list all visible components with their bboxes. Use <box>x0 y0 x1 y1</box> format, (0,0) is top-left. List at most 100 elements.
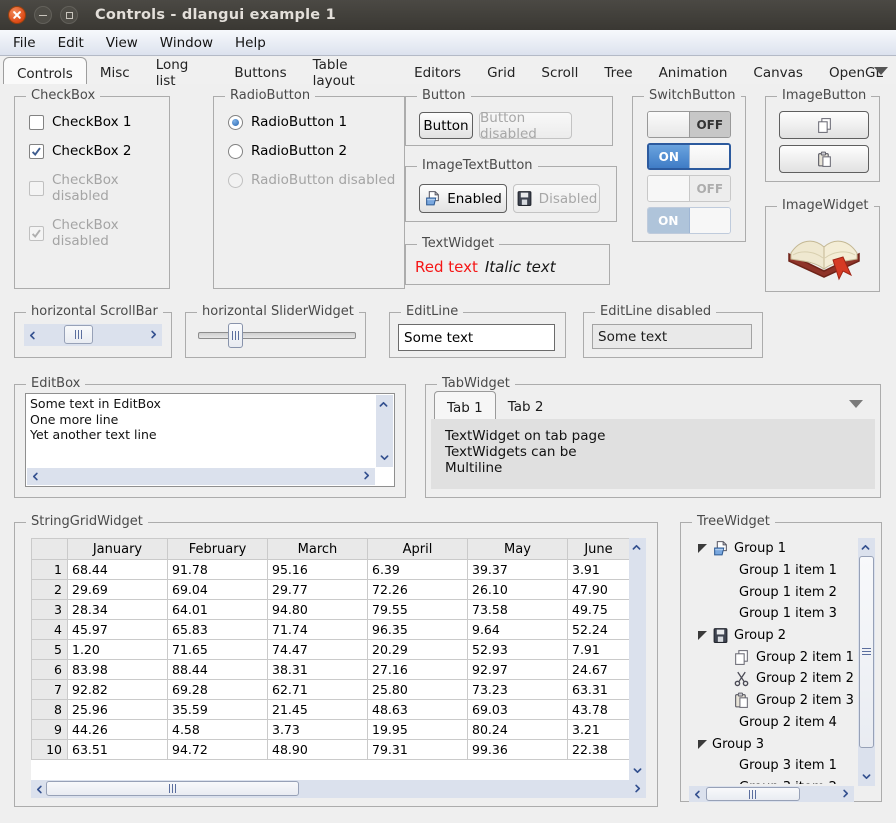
scrollbar-thumb[interactable] <box>706 787 800 801</box>
grid-cell[interactable]: 26.10 <box>468 580 568 600</box>
scroll-up-icon[interactable] <box>858 539 874 555</box>
scroll-left-icon[interactable] <box>24 327 40 343</box>
grid-cell[interactable]: 22.38 <box>568 740 630 760</box>
checkbox-checkbox-2[interactable]: CheckBox 2 <box>29 143 169 159</box>
tree-item-group-1-item-3[interactable]: Group 1 item 3 <box>689 603 857 625</box>
tab-controls[interactable]: Controls <box>3 57 87 84</box>
minimize-button[interactable] <box>34 6 52 24</box>
editbox-vscrollbar[interactable] <box>376 395 393 467</box>
grid-cell[interactable]: 95.16 <box>268 560 368 580</box>
tree-item-group-3[interactable]: Group 3 <box>689 733 857 755</box>
switch-off[interactable]: OFF <box>647 111 731 138</box>
grid-cell[interactable]: 20.29 <box>368 640 468 660</box>
grid-cell[interactable]: 88.44 <box>168 660 268 680</box>
grid-cell[interactable]: 43.78 <box>568 700 630 720</box>
grid-cell[interactable]: 52.93 <box>468 640 568 660</box>
grid-cell[interactable]: 4.58 <box>168 720 268 740</box>
grid-cell[interactable]: 91.78 <box>168 560 268 580</box>
menu-item-help[interactable]: Help <box>224 30 277 55</box>
grid-cell[interactable]: 25.96 <box>68 700 168 720</box>
grid-cell[interactable]: 21.45 <box>268 700 368 720</box>
grid-cell[interactable]: 99.36 <box>468 740 568 760</box>
menu-item-view[interactable]: View <box>95 30 149 55</box>
scrollbar-thumb[interactable] <box>859 556 874 748</box>
grid-cell[interactable]: 38.31 <box>268 660 368 680</box>
tab-long-list[interactable]: Long list <box>143 57 222 84</box>
tree-vscrollbar[interactable] <box>858 538 875 786</box>
scroll-left-icon[interactable] <box>689 786 705 802</box>
grid-cell[interactable]: 29.69 <box>68 580 168 600</box>
menu-item-file[interactable]: File <box>2 30 47 55</box>
tree-item-group-2-item-2[interactable]: Group 2 item 2 <box>689 668 857 690</box>
grid-cell[interactable]: 44.26 <box>68 720 168 740</box>
tree-item-group-2-item-1[interactable]: Group 2 item 1 <box>689 646 857 668</box>
grid-cell[interactable]: 79.31 <box>368 740 468 760</box>
editline-input[interactable] <box>398 324 555 351</box>
grid-cell[interactable]: 25.80 <box>368 680 468 700</box>
grid-cell[interactable]: 62.71 <box>268 680 368 700</box>
tree-item-group-1[interactable]: Group 1 <box>689 538 857 560</box>
grid-cell[interactable]: 3.91 <box>568 560 630 580</box>
tab-buttons[interactable]: Buttons <box>221 57 299 84</box>
grid-cell[interactable]: 45.97 <box>68 620 168 640</box>
switch-on[interactable]: ON <box>647 143 731 170</box>
tab-misc[interactable]: Misc <box>87 57 143 84</box>
enabled-button[interactable]: Enabled <box>419 184 507 213</box>
grid-cell[interactable]: 49.75 <box>568 600 630 620</box>
copy-image-button[interactable] <box>779 111 869 139</box>
tab-editors[interactable]: Editors <box>401 57 474 84</box>
grid-cell[interactable]: 24.67 <box>568 660 630 680</box>
checkbox-checkbox-1[interactable]: CheckBox 1 <box>29 114 169 130</box>
grid-cell[interactable]: 73.23 <box>468 680 568 700</box>
tree-item-group-3-item-2[interactable]: Group 3 item 2 <box>689 777 857 784</box>
grid-cell[interactable]: 94.72 <box>168 740 268 760</box>
grid-cell[interactable]: 79.55 <box>368 600 468 620</box>
grid-cell[interactable]: 27.16 <box>368 660 468 680</box>
button[interactable]: Button <box>419 112 473 139</box>
grid-cell[interactable]: 7.91 <box>568 640 630 660</box>
tree-item-group-2-item-4[interactable]: Group 2 item 4 <box>689 712 857 734</box>
scroll-down-icon[interactable] <box>629 763 645 779</box>
grid-cell[interactable]: 47.90 <box>568 580 630 600</box>
tab-overflow-dropdown-icon[interactable] <box>874 67 888 75</box>
tab-grid[interactable]: Grid <box>474 57 528 84</box>
grid-cell[interactable]: 1.20 <box>68 640 168 660</box>
grid-cell[interactable]: 83.98 <box>68 660 168 680</box>
grid-cell[interactable]: 94.80 <box>268 600 368 620</box>
grid-cell[interactable]: 96.35 <box>368 620 468 640</box>
paste-image-button[interactable] <box>779 145 869 173</box>
grid-cell[interactable]: 92.97 <box>468 660 568 680</box>
tree-item-group-1-item-2[interactable]: Group 1 item 2 <box>689 581 857 603</box>
menu-item-edit[interactable]: Edit <box>47 30 95 55</box>
scroll-right-icon[interactable] <box>838 786 854 802</box>
scroll-right-icon[interactable] <box>146 327 162 343</box>
grid-cell[interactable]: 39.37 <box>468 560 568 580</box>
grid-cell[interactable]: 29.77 <box>268 580 368 600</box>
grid-cell[interactable]: 68.44 <box>68 560 168 580</box>
tabwidget-dropdown-icon[interactable] <box>849 400 863 408</box>
scroll-right-icon[interactable] <box>359 468 375 484</box>
grid-cell[interactable]: 48.63 <box>368 700 468 720</box>
radio-radiobutton-2[interactable]: RadioButton 2 <box>228 143 404 159</box>
grid-cell[interactable]: 3.21 <box>568 720 630 740</box>
grid-cell[interactable]: 35.59 <box>168 700 268 720</box>
grid-hscrollbar[interactable] <box>31 780 646 798</box>
grid-cell[interactable]: 9.64 <box>468 620 568 640</box>
tree-hscrollbar[interactable] <box>689 786 854 802</box>
tab-canvas[interactable]: Canvas <box>740 57 816 84</box>
grid-cell[interactable]: 69.28 <box>168 680 268 700</box>
grid-cell[interactable]: 71.74 <box>268 620 368 640</box>
tree-item-group-2-item-3[interactable]: Group 2 item 3 <box>689 690 857 712</box>
grid-cell[interactable]: 65.83 <box>168 620 268 640</box>
grid-cell[interactable]: 64.01 <box>168 600 268 620</box>
menu-item-window[interactable]: Window <box>149 30 224 55</box>
grid-cell[interactable]: 28.34 <box>68 600 168 620</box>
grid-cell[interactable]: 69.03 <box>468 700 568 720</box>
grid-cell[interactable]: 19.95 <box>368 720 468 740</box>
editbox-text[interactable]: Some text in EditBox One more line Yet a… <box>30 396 372 466</box>
tab-1[interactable]: Tab 1 <box>434 391 496 419</box>
grid-cell[interactable]: 48.90 <box>268 740 368 760</box>
scroll-left-icon[interactable] <box>27 468 43 484</box>
tree-item-group-3-item-1[interactable]: Group 3 item 1 <box>689 755 857 777</box>
grid-cell[interactable]: 73.58 <box>468 600 568 620</box>
